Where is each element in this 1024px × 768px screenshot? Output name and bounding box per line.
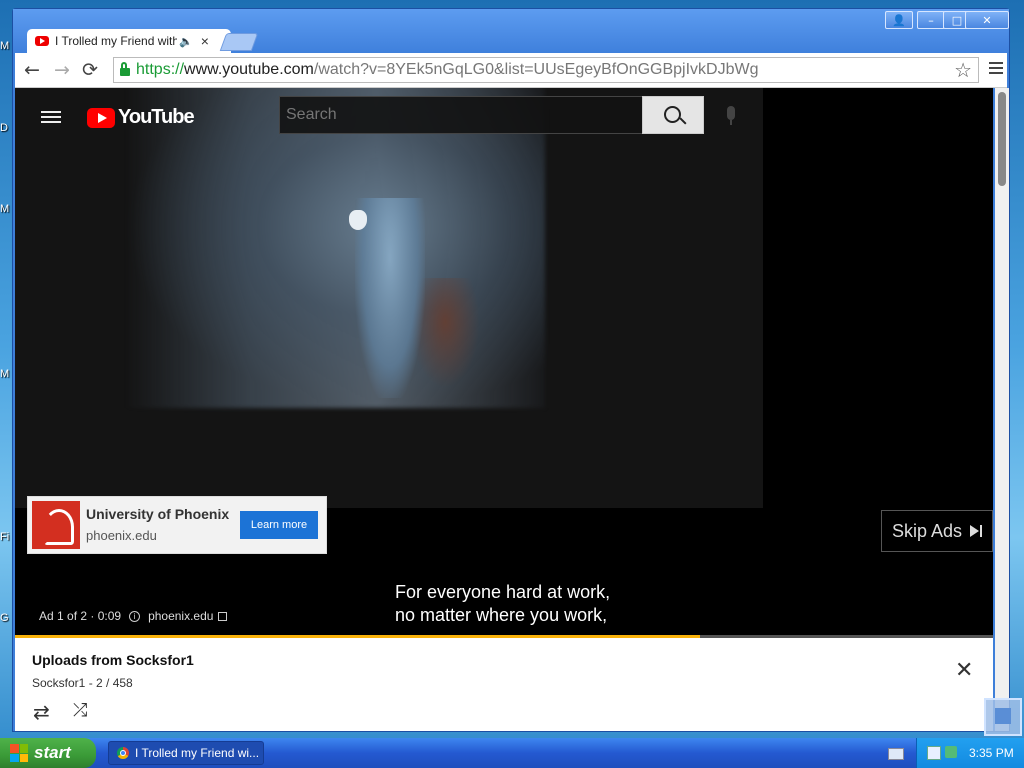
- search-button[interactable]: [642, 96, 704, 134]
- shuffle-playlist-icon[interactable]: ⤮: [73, 700, 87, 721]
- playlist-subtitle: Socksfor1 - 2 / 458: [32, 676, 133, 690]
- url-host: www.youtube.com: [184, 61, 314, 78]
- ad-advertiser-name: University of Phoenix: [86, 506, 230, 522]
- video-player[interactable]: YouTube: [15, 88, 763, 508]
- desktop-icon-label-fragment: M: [0, 203, 10, 215]
- title-bar: I Trolled my Friend with M 🔈 × 👤 – □ ✕: [13, 9, 1009, 53]
- youtube-header: YouTube: [15, 88, 763, 144]
- minimize-button[interactable]: –: [917, 11, 945, 29]
- phoenix-bird-icon: [44, 509, 74, 545]
- download-icon-shape: [995, 708, 1011, 724]
- profile-button[interactable]: 👤: [885, 11, 913, 29]
- taskbar-item-browser[interactable]: I Trolled my Friend wi...: [108, 741, 264, 765]
- skip-ads-label: Skip Ads: [892, 520, 963, 541]
- ad-counter: Ad 1 of 2 · 0:09: [39, 609, 122, 623]
- external-link-icon[interactable]: [218, 611, 228, 621]
- video-subtitles: For everyone hard at work, no matter whe…: [395, 581, 610, 627]
- back-button[interactable]: ←: [21, 59, 43, 81]
- url-path: /watch?v=8YEk5nGqLG0&list=UUsEgeyBfOnGGB…: [313, 61, 759, 78]
- browser-window: I Trolled my Friend with M 🔈 × 👤 – □ ✕ ←…: [12, 8, 1010, 732]
- network-icon[interactable]: [927, 746, 941, 760]
- browser-toolbar: ← → ⟳ https:// www.youtube.com /watch?v=…: [15, 53, 1007, 88]
- skip-ads-button[interactable]: Skip Ads: [881, 510, 993, 552]
- ad-domain: phoenix.edu: [86, 528, 157, 543]
- loop-playlist-icon[interactable]: ⇄: [33, 700, 50, 724]
- desktop-icon-label-fragment: Fi: [0, 531, 10, 543]
- video-frame-person: [355, 198, 425, 398]
- search-input[interactable]: [279, 96, 643, 134]
- hamburger-menu-icon[interactable]: [41, 108, 61, 126]
- browser-tab[interactable]: I Trolled my Friend with M 🔈 ×: [27, 29, 231, 53]
- desktop-icon-label-fragment: M: [0, 368, 10, 380]
- windows-flag-icon: [10, 744, 28, 762]
- chrome-icon: [117, 747, 129, 759]
- phoenix-logo-icon: [32, 501, 80, 549]
- speaker-icon[interactable]: 🔈: [179, 35, 193, 48]
- desktop-icon-label-fragment: G: [0, 612, 9, 624]
- lock-icon: [120, 62, 130, 76]
- search-icon-handle: [679, 117, 687, 125]
- taskbar: start I Trolled my Friend wi... 3:35 PM: [0, 738, 1024, 768]
- ad-info-domain-link[interactable]: phoenix.edu: [148, 609, 213, 623]
- learn-more-button[interactable]: Learn more: [240, 511, 318, 539]
- skip-next-icon: [970, 525, 983, 537]
- youtube-favicon-icon: [35, 36, 49, 46]
- tab-close-icon[interactable]: ×: [201, 33, 209, 49]
- address-bar[interactable]: https:// www.youtube.com /watch?v=8YEk5n…: [113, 57, 979, 83]
- ad-companion-card[interactable]: University of Phoenix phoenix.edu Learn …: [27, 496, 327, 554]
- start-label: start: [34, 743, 71, 762]
- tab-title: I Trolled my Friend with M: [55, 34, 177, 48]
- start-button[interactable]: start: [0, 738, 96, 768]
- subtitle-line-2: no matter where you work,: [395, 605, 608, 625]
- playlist-panel: Uploads from Socksfor1 Socksfor1 - 2 / 4…: [15, 638, 993, 731]
- page-content: YouTube University of Phoenix phoenix.ed…: [15, 88, 993, 731]
- desktop-icon-label-fragment: D: [0, 122, 8, 134]
- ad-info-bar: Ad 1 of 2 · 0:09 i phoenix.edu: [39, 609, 228, 623]
- microphone-icon[interactable]: [727, 106, 735, 125]
- forward-button[interactable]: →: [51, 59, 73, 81]
- close-window-button[interactable]: ✕: [965, 11, 1009, 29]
- video-frame-mask: [349, 210, 367, 230]
- desktop-icon-label-fragment: M: [0, 40, 10, 52]
- bookmark-star-icon[interactable]: ☆: [954, 58, 972, 83]
- playlist-title[interactable]: Uploads from Socksfor1: [32, 652, 194, 668]
- download-arrow-icon[interactable]: [984, 698, 1022, 736]
- clock: 3:35 PM: [969, 746, 1014, 760]
- close-playlist-icon[interactable]: ✕: [955, 658, 973, 683]
- page-scrollbar[interactable]: [995, 88, 1009, 731]
- search-icon: [664, 106, 681, 123]
- info-icon[interactable]: i: [129, 610, 141, 622]
- youtube-logo[interactable]: YouTube: [87, 106, 195, 129]
- reload-button[interactable]: ⟳: [79, 59, 101, 81]
- url-scheme: https://: [136, 61, 185, 78]
- new-tab-button[interactable]: [219, 33, 259, 51]
- taskbar-item-label: I Trolled my Friend wi...: [135, 746, 260, 760]
- youtube-logo-text: YouTube: [118, 106, 195, 128]
- keyboard-icon[interactable]: [888, 748, 904, 760]
- subtitle-line-1: For everyone hard at work,: [395, 582, 611, 602]
- youtube-play-icon: [87, 107, 115, 128]
- scrollbar-thumb[interactable]: [998, 92, 1006, 186]
- security-icon[interactable]: [945, 746, 957, 758]
- browser-menu-icon[interactable]: [989, 59, 1003, 77]
- system-tray: 3:35 PM: [916, 738, 1024, 768]
